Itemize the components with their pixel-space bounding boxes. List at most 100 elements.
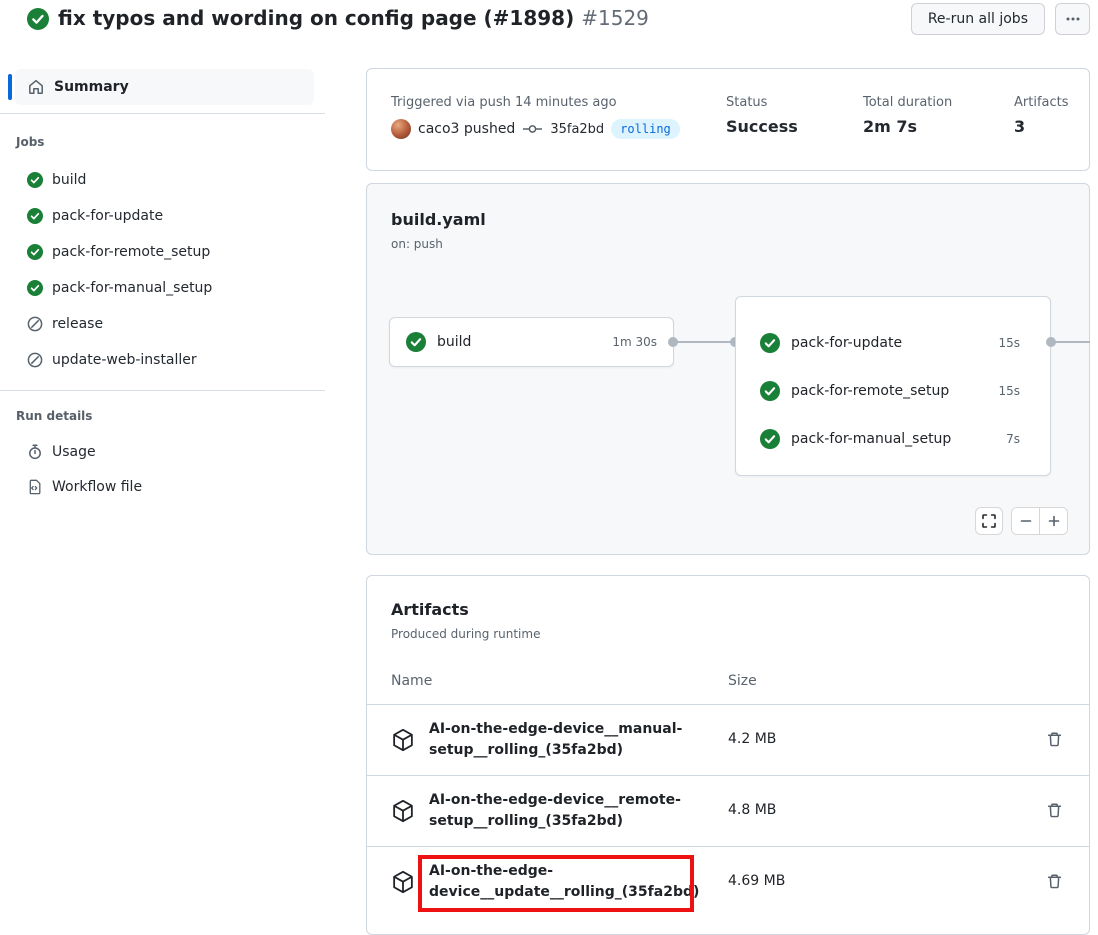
sidebar-item-summary[interactable]: Summary xyxy=(15,69,314,105)
kebab-menu-icon xyxy=(1065,11,1081,27)
graph-node-pack-for-update[interactable]: pack-for-update 15s xyxy=(736,319,1050,367)
job-label: pack-for-manual_setup xyxy=(52,280,212,296)
job-label: release xyxy=(52,316,103,332)
artifact-name[interactable]: AI-on-the-edge-device__update__rolling_(… xyxy=(429,861,714,903)
rerun-all-jobs-button[interactable]: Re-run all jobs xyxy=(911,3,1045,35)
workflow-file-name: build.yaml xyxy=(391,210,486,229)
sidebar-item-workflow-file[interactable]: Workflow file xyxy=(27,469,142,505)
stopwatch-icon xyxy=(27,444,43,460)
sidebar-job-release[interactable]: release xyxy=(27,306,103,342)
git-commit-icon xyxy=(522,121,543,137)
artifact-size: 4.2 MB xyxy=(728,731,776,747)
artifacts-title: Artifacts xyxy=(391,600,469,619)
delete-artifact-icon[interactable] xyxy=(1046,802,1063,819)
package-icon xyxy=(391,728,415,752)
artifact-name[interactable]: AI-on-the-edge-device__manual-setup__rol… xyxy=(429,719,714,761)
skipped-circle-slash-icon xyxy=(27,316,43,332)
sidebar-divider xyxy=(0,113,325,114)
graph-node-label: pack-for-remote_setup xyxy=(791,383,987,399)
code-file-icon xyxy=(27,479,43,495)
job-label: pack-for-update xyxy=(52,208,163,224)
fullscreen-icon xyxy=(981,513,997,529)
sidebar-job-pack-for-remote-setup[interactable]: pack-for-remote_setup xyxy=(27,234,210,270)
artifacts-card: Artifacts Produced during runtime Name S… xyxy=(366,575,1090,935)
active-indicator xyxy=(8,74,12,100)
job-label: build xyxy=(52,172,86,188)
run-detail-label: Usage xyxy=(52,444,96,460)
graph-node-duration: 1m 30s xyxy=(612,335,657,349)
skipped-circle-slash-icon xyxy=(27,352,43,368)
artifact-row: AI-on-the-edge-device__remote-setup__rol… xyxy=(367,775,1089,846)
graph-node-build[interactable]: build 1m 30s xyxy=(389,317,674,367)
run-summary-card: Triggered via push 14 minutes ago caco3 … xyxy=(366,68,1090,171)
graph-connector-edge xyxy=(1053,341,1090,343)
avatar[interactable] xyxy=(391,119,411,139)
success-check-circle-icon xyxy=(760,333,780,353)
graph-node-label: build xyxy=(437,334,601,350)
artifacts-subtitle: Produced during runtime xyxy=(391,627,540,641)
graph-node-label: pack-for-update xyxy=(791,335,987,351)
success-check-circle-icon xyxy=(27,244,43,260)
run-details-section-header: Run details xyxy=(16,409,92,423)
artifact-name[interactable]: AI-on-the-edge-device__remote-setup__rol… xyxy=(429,790,714,832)
sidebar-job-pack-for-update[interactable]: pack-for-update xyxy=(27,198,163,234)
success-check-circle-icon xyxy=(760,381,780,401)
success-check-circle-icon xyxy=(27,8,49,30)
delete-artifact-icon[interactable] xyxy=(1046,873,1063,890)
workflow-run-page: fix typos and wording on config page (#1… xyxy=(0,0,1098,915)
artifact-row: AI-on-the-edge-device__manual-setup__rol… xyxy=(367,704,1089,775)
branch-badge[interactable]: rolling xyxy=(611,119,680,139)
sidebar-summary-label: Summary xyxy=(54,79,129,95)
success-check-circle-icon xyxy=(27,208,43,224)
graph-zoom-control xyxy=(1011,507,1068,535)
delete-artifact-icon[interactable] xyxy=(1046,731,1063,748)
artifact-size: 4.69 MB xyxy=(728,873,785,889)
sidebar-item-usage[interactable]: Usage xyxy=(27,434,96,470)
duration-value: 2m 7s xyxy=(863,117,917,136)
workflow-trigger: on: push xyxy=(391,237,443,251)
graph-node-duration: 15s xyxy=(998,384,1020,398)
more-options-button[interactable] xyxy=(1055,3,1090,35)
artifact-row: AI-on-the-edge-device__update__rolling_(… xyxy=(367,846,1089,917)
graph-node-duration: 15s xyxy=(998,336,1020,350)
workflow-graph-card: build.yaml on: push build 1m 30s pack-fo… xyxy=(366,183,1090,555)
zoom-in-button[interactable] xyxy=(1039,508,1067,534)
run-detail-label: Workflow file xyxy=(52,479,142,495)
home-icon xyxy=(28,79,44,95)
sidebar-job-pack-for-manual-setup[interactable]: pack-for-manual_setup xyxy=(27,270,212,306)
success-check-circle-icon xyxy=(27,172,43,188)
artifact-size: 4.8 MB xyxy=(728,802,776,818)
graph-fullscreen-button[interactable] xyxy=(975,507,1003,535)
status-label: Status xyxy=(726,95,767,110)
page-title: fix typos and wording on config page (#1… xyxy=(58,6,649,30)
package-icon xyxy=(391,799,415,823)
artifacts-count: 3 xyxy=(1014,117,1025,136)
status-value: Success xyxy=(726,117,798,136)
graph-node-label: pack-for-manual_setup xyxy=(791,431,995,447)
success-check-circle-icon xyxy=(406,332,426,352)
graph-node-pack-for-remote-setup[interactable]: pack-for-remote_setup 15s xyxy=(736,367,1050,415)
job-label: update-web-installer xyxy=(52,352,197,368)
zoom-out-button[interactable] xyxy=(1012,508,1039,534)
job-label: pack-for-remote_setup xyxy=(52,244,210,260)
graph-node-pack-for-manual-setup[interactable]: pack-for-manual_setup 7s xyxy=(736,415,1050,463)
graph-node-group: pack-for-update 15s pack-for-remote_setu… xyxy=(735,296,1051,476)
success-check-circle-icon xyxy=(27,280,43,296)
column-header-name: Name xyxy=(391,673,432,689)
actor-pushed-text: caco3 pushed xyxy=(418,121,515,137)
commit-line: caco3 pushed 35fa2bd rolling xyxy=(391,119,680,139)
plus-icon xyxy=(1046,513,1062,529)
package-icon xyxy=(391,870,415,894)
graph-node-duration: 7s xyxy=(1006,432,1020,446)
run-number: #1529 xyxy=(581,6,649,30)
graph-connector-edge xyxy=(675,341,737,343)
column-header-size: Size xyxy=(728,673,757,689)
jobs-section-header: Jobs xyxy=(16,135,44,149)
run-title: fix typos and wording on config page (#1… xyxy=(58,6,574,30)
success-check-circle-icon xyxy=(760,429,780,449)
sidebar-job-update-web-installer[interactable]: update-web-installer xyxy=(27,342,197,378)
duration-label: Total duration xyxy=(863,95,952,110)
sidebar-job-build[interactable]: build xyxy=(27,162,86,198)
commit-sha-link[interactable]: 35fa2bd xyxy=(550,122,604,137)
trigger-info: Triggered via push 14 minutes ago xyxy=(391,95,617,110)
